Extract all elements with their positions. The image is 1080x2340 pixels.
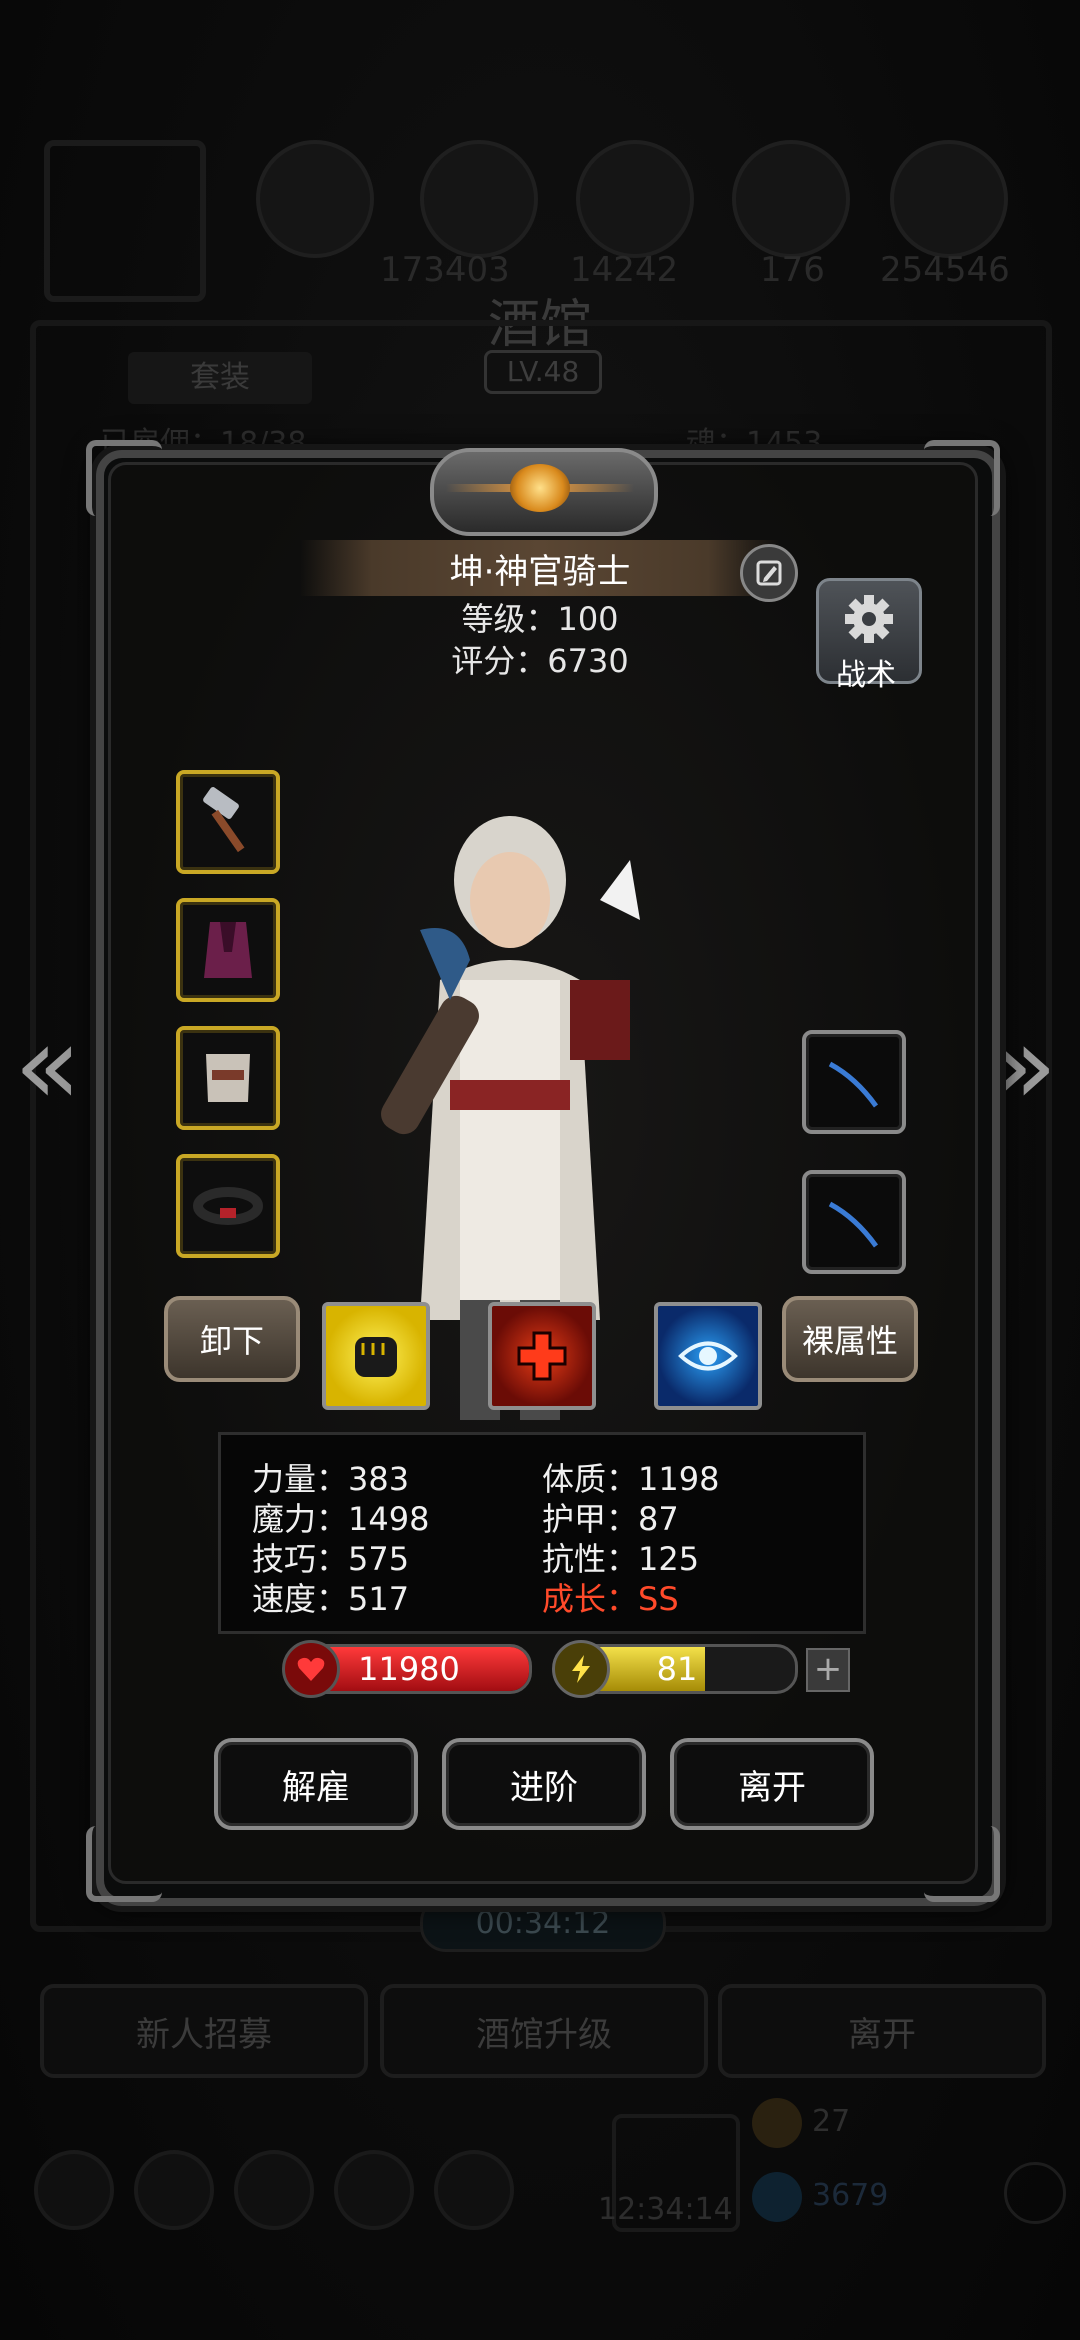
clock: 12:34:14 xyxy=(598,2192,733,2227)
add-icon xyxy=(1004,2162,1066,2224)
weapon-slot[interactable] xyxy=(176,770,280,874)
curved-blade-icon xyxy=(828,1201,879,1248)
prev-hero-arrow[interactable]: « xyxy=(14,1010,81,1120)
belt-slot[interactable] xyxy=(176,1154,280,1258)
accessory-slot[interactable] xyxy=(802,1030,906,1134)
gem-count: 3679 xyxy=(812,2178,889,2213)
tactics-label: 战术 xyxy=(836,658,896,693)
next-hero-arrow[interactable]: » xyxy=(990,1010,1057,1120)
lightning-icon xyxy=(552,1640,610,1698)
armor-slot[interactable] xyxy=(176,1026,280,1130)
gold-icon xyxy=(752,2098,802,2148)
recruit-button: 新人招募 xyxy=(40,1984,368,2078)
upgrade-tavern-button: 酒馆升级 xyxy=(380,1984,708,2078)
red-cross-icon xyxy=(517,1331,567,1381)
menu-icon xyxy=(134,2150,214,2230)
moon-icon xyxy=(510,464,570,512)
corner-ornament xyxy=(86,440,162,516)
avatar-frame xyxy=(44,140,206,302)
leave-button[interactable]: 离开 xyxy=(670,1738,874,1830)
belt-icon xyxy=(193,1187,263,1225)
accessory-slot[interactable] xyxy=(802,1170,906,1274)
dismiss-button[interactable]: 解雇 xyxy=(214,1738,418,1830)
bg-leave-button: 离开 xyxy=(718,1984,1046,2078)
gem-icon xyxy=(752,2172,802,2222)
resource-icon xyxy=(732,140,850,258)
hero-score: 评分：6730 xyxy=(451,642,629,680)
skill-slot[interactable] xyxy=(488,1302,596,1410)
add-energy-button[interactable]: + xyxy=(806,1648,850,1692)
resource-icon xyxy=(420,140,538,258)
stat-speed: 速度：517 xyxy=(252,1580,410,1618)
armor-icon xyxy=(206,1054,250,1102)
menu-icon xyxy=(234,2150,314,2230)
cloak-icon xyxy=(204,922,252,978)
fist-icon xyxy=(355,1337,397,1377)
eye-icon xyxy=(678,1341,738,1371)
stat-growth: 成长：SS xyxy=(542,1580,679,1618)
resource-value: 254546 xyxy=(880,250,1010,290)
advance-button[interactable]: 进阶 xyxy=(442,1738,646,1830)
corner-ornament xyxy=(924,1826,1000,1902)
resource-icon xyxy=(890,140,1008,258)
hero-name: 坤·神官骑士 xyxy=(300,540,780,596)
skill-slot[interactable] xyxy=(322,1302,430,1410)
corner-ornament xyxy=(924,440,1000,516)
heart-icon xyxy=(282,1640,340,1698)
base-attributes-button[interactable]: 裸属性 xyxy=(782,1296,918,1382)
resource-icon xyxy=(256,140,374,258)
unequip-button[interactable]: 卸下 xyxy=(164,1296,300,1382)
hero-level: 等级：100 xyxy=(461,600,619,638)
resource-value: 176 xyxy=(760,250,825,290)
pencil-icon xyxy=(756,560,782,586)
menu-icon xyxy=(334,2150,414,2230)
cloak-slot[interactable] xyxy=(176,898,280,1002)
menu-icon xyxy=(34,2150,114,2230)
corner-ornament xyxy=(86,1826,162,1902)
skill-slot[interactable] xyxy=(654,1302,762,1410)
gold-count: 27 xyxy=(812,2104,851,2139)
menu-icon xyxy=(434,2150,514,2230)
gear-icon xyxy=(845,595,893,643)
resource-icon xyxy=(576,140,694,258)
curved-blade-icon xyxy=(828,1061,879,1108)
hammer-icon xyxy=(203,787,245,853)
